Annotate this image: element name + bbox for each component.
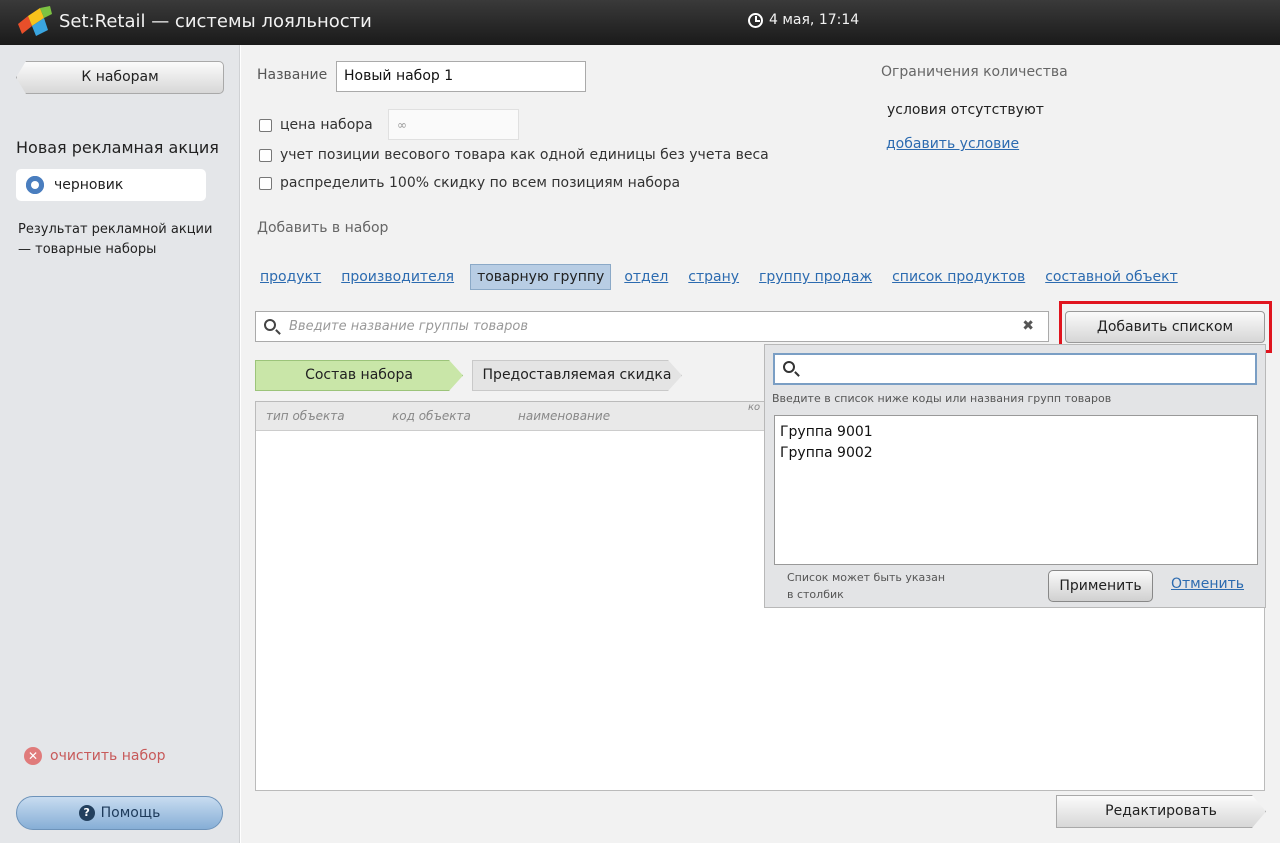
clear-search-icon[interactable]: ✖	[1022, 318, 1034, 334]
type-composite-object[interactable]: составной объект	[1045, 264, 1178, 290]
group-list-textarea[interactable]: Группа 9001 Группа 9002	[774, 415, 1258, 565]
question-icon: ?	[78, 805, 95, 821]
edit-button[interactable]: Редактировать	[1056, 795, 1266, 828]
search-icon	[264, 319, 276, 331]
set-price-label: цена набора	[280, 117, 373, 133]
cancel-link[interactable]: Отменить	[1171, 576, 1244, 592]
set-retail-logo-icon	[18, 6, 52, 36]
app-title: Set:Retail — системы лояльности	[59, 11, 372, 32]
group-search-input[interactable]: Введите название группы товаров ✖	[255, 311, 1049, 342]
search-icon	[783, 361, 795, 373]
add-condition-link[interactable]: добавить условие	[886, 136, 1019, 152]
set-price-row: цена набора	[259, 117, 373, 133]
type-product[interactable]: продукт	[260, 264, 321, 290]
quantity-limits-status: условия отсутствуют	[887, 102, 1044, 118]
promo-title: Новая рекламная акция	[16, 138, 219, 157]
column-name: наименование	[518, 409, 611, 423]
type-product-list[interactable]: список продуктов	[892, 264, 1025, 290]
list-item: Группа 9001	[780, 424, 873, 440]
list-item: Группа 9002	[780, 445, 873, 461]
add-to-set-label: Добавить в набор	[257, 220, 389, 236]
type-country[interactable]: страну	[688, 264, 739, 290]
sidebar: К наборам Новая рекламная акция черновик…	[0, 45, 240, 843]
distribute-discount-row: распределить 100% скидку по всем позиция…	[259, 175, 680, 191]
tab-set-composition[interactable]: Состав набора	[255, 360, 463, 391]
type-department[interactable]: отдел	[624, 264, 668, 290]
set-price-input[interactable]: ∞	[388, 109, 519, 140]
apply-button[interactable]: Применить	[1048, 570, 1153, 602]
result-description: Результат рекламной акции — товарные наб…	[18, 222, 213, 257]
back-to-sets-button[interactable]: К наборам	[16, 61, 224, 94]
name-label: Название	[257, 67, 328, 83]
weight-item-checkbox[interactable]	[259, 148, 272, 162]
popup-note: Список может быть указан в столбик	[787, 571, 946, 601]
add-list-popup: Введите в список ниже коды или названия …	[764, 344, 1266, 608]
column-object-code: код объекта	[392, 409, 471, 423]
distribute-discount-checkbox[interactable]	[259, 176, 272, 190]
datetime-label: 4 мая, 17:14	[769, 12, 860, 28]
clock-icon	[748, 12, 763, 28]
clear-set-button[interactable]: ✕ очистить набор	[24, 747, 166, 765]
status-label: черновик	[54, 177, 124, 193]
weight-item-row: учет позиции весового товара как одной е…	[259, 147, 769, 163]
status-badge: черновик	[16, 169, 206, 201]
column-object-type: тип объекта	[266, 409, 345, 423]
type-manufacturer[interactable]: производителя	[341, 264, 454, 290]
distribute-discount-label: распределить 100% скидку по всем позиция…	[280, 175, 681, 191]
title-bar: Set:Retail — системы лояльности 4 мая, 1…	[0, 0, 1280, 45]
close-circle-icon: ✕	[24, 747, 42, 765]
popup-hint: Введите в список ниже коды или названия …	[772, 392, 1112, 405]
popup-search-input[interactable]	[773, 353, 1257, 385]
search-placeholder: Введите название группы товаров	[289, 319, 528, 334]
quantity-limits-title: Ограничения количества	[881, 64, 1068, 80]
set-price-checkbox[interactable]	[259, 118, 272, 132]
datetime: 4 мая, 17:14	[748, 12, 859, 28]
clear-set-label: очистить набор	[50, 748, 166, 764]
column-quantity: ко	[748, 402, 761, 413]
tab-provided-discount[interactable]: Предоставляемая скидка	[472, 360, 682, 391]
object-type-tabs: продукт производителя товарную группу от…	[260, 264, 1198, 290]
type-sales-group[interactable]: группу продаж	[759, 264, 872, 290]
help-label: Помощь	[100, 805, 161, 821]
weight-item-label: учет позиции весового товара как одной е…	[280, 147, 769, 163]
gear-icon	[26, 176, 44, 194]
type-product-group[interactable]: товарную группу	[470, 264, 612, 290]
help-button[interactable]: ? Помощь	[16, 796, 223, 830]
set-name-input[interactable]: Новый набор 1	[336, 61, 586, 92]
